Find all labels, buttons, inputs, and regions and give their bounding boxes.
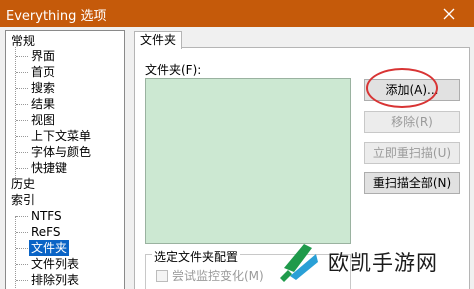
tree-item-fonts-colors[interactable]: 字体与颜色 [29,144,93,160]
folder-config-title: 选定文件夹配置 [152,248,241,265]
tree-item-index[interactable]: 索引 [9,192,37,208]
close-button[interactable] [426,0,472,27]
tree-item-general[interactable]: 常规 [9,33,37,49]
tree-guide-line [15,47,16,182]
tree-guide-line [15,216,16,289]
folders-listbox[interactable] [145,78,351,244]
title-bar: Everything 选项 [0,0,474,27]
tree-branch [16,264,28,265]
tree-branch [16,120,28,121]
tree-branch [16,248,28,249]
tree-item-search[interactable]: 搜索 [29,80,57,96]
annotation-circle [366,68,438,108]
tree-branch [16,168,28,169]
tree-item-file-lists[interactable]: 文件列表 [29,256,81,272]
tree-item-refs[interactable]: ReFS [29,224,63,240]
tree-branch [16,72,28,73]
rescan-now-button[interactable]: 立即重扫描(U) [364,142,460,164]
folders-label: 文件夹(F): [145,63,202,77]
tree-branch [16,56,28,57]
tree-item-history[interactable]: 历史 [9,176,37,192]
tree-item-view[interactable]: 视图 [29,112,57,128]
tree-branch [16,216,28,217]
monitor-changes-checkbox[interactable] [156,270,168,282]
rescan-all-button[interactable]: 重扫描全部(N) [364,172,460,194]
window-title: Everything 选项 [6,9,107,24]
tree-item-exclude-list[interactable]: 排除列表 [29,272,81,288]
tree-item-context-menu[interactable]: 上下文菜单 [29,128,93,144]
tree-item-shortcuts[interactable]: 快捷键 [29,160,69,176]
remove-button[interactable]: 移除(R) [364,111,460,133]
tree-item-ntfs[interactable]: NTFS [29,208,64,224]
watermark: 欧凯手游网 [272,236,474,289]
tree-branch [16,136,28,137]
tree-item-folders[interactable]: 文件夹 [29,240,70,256]
tree-branch [16,280,28,281]
watermark-text: 欧凯手游网 [328,251,438,275]
tree-branch [16,104,28,105]
tree-item-home[interactable]: 首页 [29,64,57,80]
tree-branch [16,152,28,153]
monitor-changes-label: 尝试监控变化(M) [172,269,264,283]
tree-item-results[interactable]: 结果 [29,96,57,112]
tree-branch [16,232,28,233]
site-logo-icon [280,244,318,282]
tab-folders[interactable]: 文件夹 [134,31,182,49]
options-tree[interactable]: 常规 界面 首页 搜索 结果 视图 上下文菜单 字体与颜色 快捷键 历史 索引 … [5,30,125,289]
tree-branch [16,88,28,89]
close-icon [443,8,455,19]
tree-item-ui[interactable]: 界面 [29,48,57,64]
